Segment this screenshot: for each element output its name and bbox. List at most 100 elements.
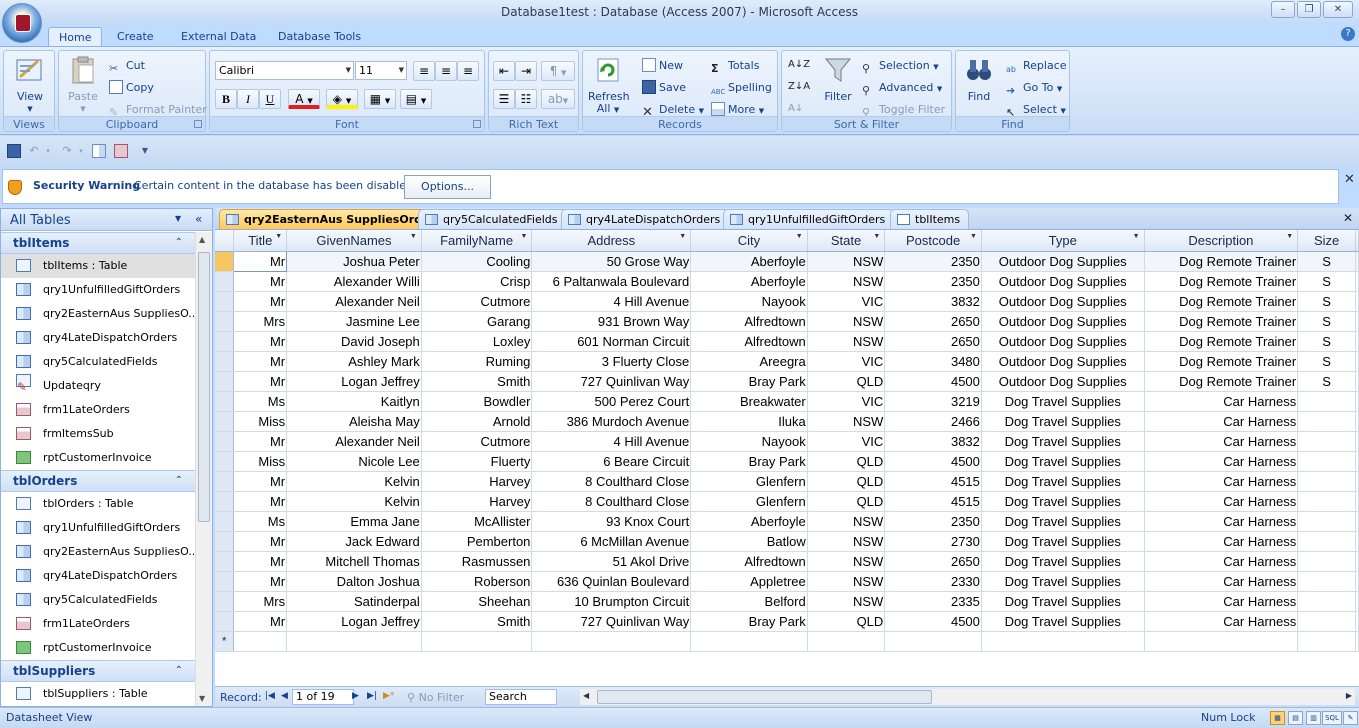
nav-item[interactable]: qry1UnfulfilledGiftOrders xyxy=(1,278,195,302)
copy-button[interactable]: Copy xyxy=(109,78,154,97)
table-cell[interactable]: Miss xyxy=(233,451,288,472)
table-cell[interactable]: Glenfern xyxy=(690,471,808,492)
table-cell[interactable]: 3219 xyxy=(884,391,982,412)
table-cell[interactable]: Harvey xyxy=(421,471,533,492)
table-cell[interactable]: David Joseph xyxy=(286,331,422,352)
table-cell[interactable]: Mr xyxy=(233,431,288,452)
table-cell[interactable] xyxy=(981,631,1145,652)
row-selector[interactable] xyxy=(215,311,235,332)
table-row[interactable]: Mr Alexander Neil Cutmore 4 Hill Avenue Nayo… xyxy=(215,291,1359,312)
table-cell[interactable]: Mr xyxy=(233,611,288,632)
table-cell[interactable]: Dog Travel Supplies xyxy=(981,571,1145,592)
nav-item[interactable]: qry5CalculatedFields xyxy=(1,588,195,612)
nav-item[interactable]: qry5CalculatedFields xyxy=(1,350,195,374)
nav-group-header[interactable]: tblOrders ⌃ xyxy=(1,470,195,492)
table-cell[interactable]: S xyxy=(1297,371,1356,392)
table-cell[interactable]: Pemberton xyxy=(421,531,533,552)
table-cell[interactable]: 2350 xyxy=(884,511,982,532)
table-cell[interactable]: Mr xyxy=(233,571,288,592)
table-cell[interactable]: Dog Travel Supplies xyxy=(981,391,1145,412)
table-cell[interactable]: S xyxy=(1297,251,1356,272)
table-cell[interactable]: Kelvin xyxy=(286,491,422,512)
undo-icon[interactable]: ↶ xyxy=(27,144,41,158)
table-row[interactable]: Mr Jack Edward Pemberton 6 McMillan Avenue B… xyxy=(215,531,1359,552)
cut-button[interactable]: ✂ Cut xyxy=(109,56,145,75)
close-object-icon[interactable]: ✕ xyxy=(1343,211,1353,225)
table-cell[interactable]: Dog Travel Supplies xyxy=(981,411,1145,432)
column-header[interactable]: State ▼ xyxy=(807,230,886,252)
view-button[interactable]: View ▼ xyxy=(12,55,48,115)
table-cell[interactable]: VIC xyxy=(807,291,886,312)
table-cell[interactable] xyxy=(1297,611,1356,632)
column-header[interactable]: Postcode ▼ xyxy=(884,230,982,252)
table-row[interactable]: Miss Nicole Lee Fluerty 6 Beare Circuit Bray… xyxy=(215,451,1359,472)
table-cell[interactable]: 2466 xyxy=(884,411,982,432)
table-cell[interactable]: 8 Coulthard Close xyxy=(531,471,692,492)
row-selector[interactable] xyxy=(215,411,235,432)
fill-color-button[interactable]: ◈ ▼ xyxy=(326,89,358,109)
table-cell[interactable]: 3832 xyxy=(884,431,982,452)
no-filter-indicator[interactable]: ⚲ No Filter xyxy=(407,691,464,704)
column-filter-icon[interactable]: ▼ xyxy=(873,233,880,240)
row-selector[interactable] xyxy=(215,511,235,532)
record-position-input[interactable]: 1 of 19 xyxy=(292,689,354,705)
row-selector[interactable] xyxy=(215,351,235,372)
new-record-nav-icon[interactable]: ▶* xyxy=(383,691,394,701)
align-center-button[interactable]: ≡ xyxy=(435,61,457,81)
table-cell[interactable] xyxy=(1297,391,1356,412)
design-view-icon[interactable]: ✎ xyxy=(1343,711,1358,725)
table-cell[interactable]: Dog Remote Trainer xyxy=(1144,331,1299,352)
align-right-button[interactable]: ≡ xyxy=(457,61,479,81)
table-row[interactable]: Mr Dalton Joshua Roberson 636 Quinlan Boule… xyxy=(215,571,1359,592)
table-cell[interactable]: 6 Beare Circuit xyxy=(531,451,692,472)
table-cell[interactable]: Garang xyxy=(421,311,533,332)
table-cell[interactable]: Ms xyxy=(233,391,288,412)
table-cell[interactable]: NSW xyxy=(807,311,886,332)
table-cell[interactable]: Smith xyxy=(421,611,533,632)
selection-button[interactable]: ⚲ Selection ▼ xyxy=(862,56,939,75)
office-button[interactable] xyxy=(2,3,42,43)
table-cell[interactable] xyxy=(1355,631,1359,652)
table-cell[interactable]: VIC xyxy=(807,351,886,372)
column-filter-icon[interactable]: ▼ xyxy=(796,233,803,240)
table-cell[interactable] xyxy=(1297,431,1356,452)
table-cell[interactable] xyxy=(1297,591,1356,612)
table-cell[interactable]: Dog Travel Supplies xyxy=(981,511,1145,532)
table-row[interactable]: Mr David Joseph Loxley 601 Norman Circuit Al… xyxy=(215,331,1359,352)
table-cell[interactable]: Jasmine Lee xyxy=(286,311,422,332)
table-cell[interactable]: 4500 xyxy=(884,451,982,472)
column-filter-icon[interactable]: ▼ xyxy=(679,233,686,240)
table-cell[interactable]: Loxley xyxy=(421,331,533,352)
nav-item[interactable]: qry1UnfulfilledGiftOrders xyxy=(1,516,195,540)
table-cell[interactable]: VIC xyxy=(807,431,886,452)
table-cell[interactable] xyxy=(1297,411,1356,432)
table-cell[interactable]: Dog Travel Supplies xyxy=(981,451,1145,472)
table-cell[interactable]: 2330 xyxy=(884,571,982,592)
table-cell[interactable]: S xyxy=(1297,311,1356,332)
table-cell[interactable]: Bray Park xyxy=(690,371,808,392)
minimize-button[interactable]: – xyxy=(1271,1,1295,18)
table-cell[interactable]: Aleisha May xyxy=(286,411,422,432)
table-cell[interactable]: Bray Park xyxy=(690,451,808,472)
table-cell[interactable]: NSW xyxy=(807,251,886,272)
new-record-row[interactable]: * xyxy=(215,631,1359,652)
alternate-fill-button[interactable]: ▤ ▼ xyxy=(400,89,432,109)
table-row[interactable]: Mr Mitchell Thomas Rasmussen 51 Akol Drive A… xyxy=(215,551,1359,572)
table-cell[interactable]: Joshua Peter xyxy=(286,251,422,272)
table-cell[interactable]: Logan Jeffrey xyxy=(286,371,422,392)
table-cell[interactable]: Emma Jane xyxy=(286,511,422,532)
table-row[interactable]: Mr Kelvin Harvey 8 Coulthard Close Glenfern Q… xyxy=(215,471,1359,492)
table-cell[interactable]: Outdoor Dog Supplies xyxy=(981,291,1145,312)
table-cell[interactable]: Batlow xyxy=(690,531,808,552)
table-cell[interactable]: 4 Hill Avenue xyxy=(531,291,692,312)
row-selector[interactable] xyxy=(215,611,235,632)
nav-group-header[interactable]: tblSuppliers ⌃ xyxy=(1,660,195,682)
font-launcher-icon[interactable] xyxy=(473,120,481,128)
horizontal-scroll-thumb[interactable] xyxy=(597,690,932,704)
object-tab[interactable]: qry1UnfulfilledGiftOrders xyxy=(723,209,895,229)
collapse-group-icon[interactable]: ⌃ xyxy=(175,661,183,681)
sql-view-button[interactable]: SQL xyxy=(1322,711,1342,725)
table-cell[interactable]: 6 McMillan Avenue xyxy=(531,531,692,552)
pivottable-view-icon[interactable]: ▤ xyxy=(1288,711,1303,725)
italic-button[interactable]: I xyxy=(237,89,259,109)
